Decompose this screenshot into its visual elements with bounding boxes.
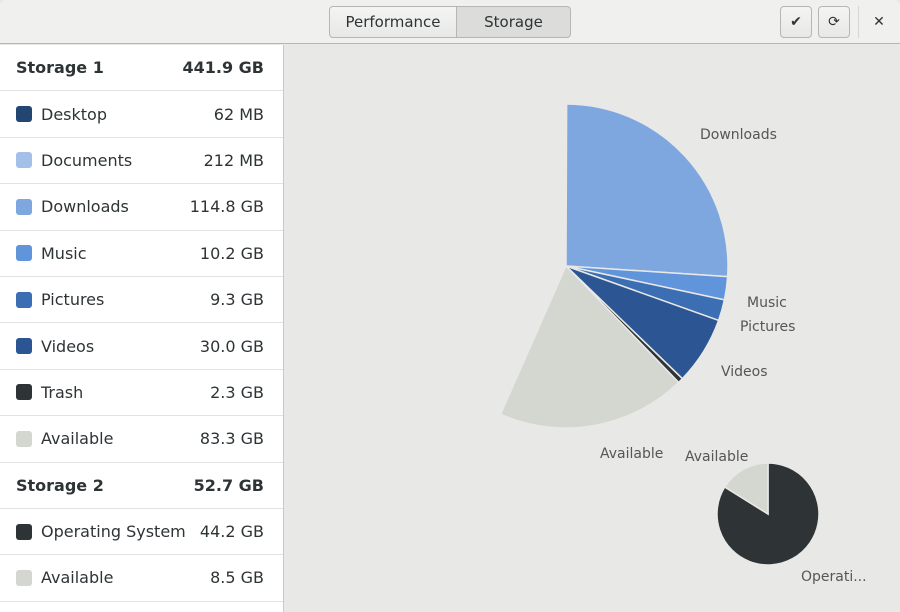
- storage-1-header[interactable]: Storage 1 441.9 GB: [0, 45, 283, 92]
- list-item[interactable]: Pictures 9.3 GB: [0, 277, 283, 324]
- list-item[interactable]: Videos 30.0 GB: [0, 323, 283, 370]
- close-button[interactable]: ✕: [866, 6, 892, 38]
- storage-chart-area: Downloads Music Pictures Videos Available Op…: [499, 103, 867, 585]
- storage-1-pie: Downloads Music Pictures Videos Available: [499, 103, 795, 462]
- storage-total: 52.7 GB: [193, 475, 264, 495]
- pie-label-available: Available: [685, 449, 748, 465]
- item-size: 30.0 GB: [199, 336, 264, 356]
- item-size: 2.3 GB: [210, 382, 264, 402]
- item-label: Available: [41, 429, 114, 449]
- refresh-icon: ⟳: [828, 14, 840, 30]
- color-swatch: [16, 291, 32, 308]
- list-item[interactable]: Downloads 114.8 GB: [0, 184, 283, 231]
- tab-performance[interactable]: Performance: [329, 6, 457, 38]
- item-label: Pictures: [41, 290, 105, 310]
- item-size: 62 MB: [213, 104, 264, 124]
- storage-title: Storage 1: [16, 58, 104, 78]
- color-swatch: [16, 384, 32, 401]
- color-swatch: [16, 198, 32, 215]
- header-separator: [858, 6, 859, 38]
- storage-2-header[interactable]: Storage 2 52.7 GB: [0, 463, 283, 509]
- color-swatch: [16, 523, 32, 540]
- list-item[interactable]: Operating System 44.2 GB: [0, 509, 283, 556]
- item-label: Videos: [41, 336, 95, 356]
- pie-label-downloads: Downloads: [700, 127, 777, 143]
- item-size: 8.5 GB: [210, 568, 264, 588]
- color-swatch: [16, 245, 32, 262]
- pie-label-available: Available: [600, 446, 663, 462]
- list-item[interactable]: Available 83.3 GB: [0, 416, 283, 463]
- item-label: Trash: [41, 382, 84, 402]
- storage-list: Storage 1 441.9 GB Desktop 62 MB Document…: [0, 45, 284, 612]
- header-bar: Performance Storage ✔ ⟳ ✕: [0, 0, 900, 44]
- refresh-button[interactable]: ⟳: [818, 6, 850, 38]
- apply-button[interactable]: ✔: [780, 6, 812, 38]
- list-item[interactable]: Music 10.2 GB: [0, 231, 283, 277]
- item-label: Music: [41, 243, 87, 263]
- item-size: 9.3 GB: [210, 290, 264, 310]
- storage-total: 441.9 GB: [182, 58, 264, 78]
- item-size: 212 MB: [203, 150, 264, 170]
- list-item[interactable]: Available 8.5 GB: [0, 555, 283, 602]
- pie-label-videos: Videos: [721, 364, 768, 380]
- item-label: Desktop: [41, 104, 107, 124]
- color-swatch: [16, 152, 32, 169]
- storage-title: Storage 2: [16, 475, 104, 495]
- item-label: Downloads: [41, 197, 129, 217]
- item-size: 83.3 GB: [199, 429, 264, 449]
- tab-storage[interactable]: Storage: [457, 6, 571, 38]
- pie-label-music: Music: [747, 295, 787, 311]
- color-swatch: [16, 569, 32, 586]
- item-size: 114.8 GB: [189, 197, 264, 217]
- list-item[interactable]: Trash 2.3 GB: [0, 370, 283, 417]
- color-swatch: [16, 338, 32, 355]
- item-label: Available: [41, 568, 114, 588]
- list-item[interactable]: Desktop 62 MB: [0, 91, 283, 138]
- pie-label-operating-system: Operati...: [801, 569, 867, 585]
- item-size: 10.2 GB: [199, 243, 264, 263]
- storage-2-pie: Operati... Available: [685, 449, 867, 585]
- view-switcher: Performance Storage: [329, 6, 571, 38]
- pie-label-pictures: Pictures: [740, 319, 795, 335]
- list-item[interactable]: Documents 212 MB: [0, 138, 283, 185]
- item-label: Operating System: [41, 522, 186, 542]
- item-size: 44.2 GB: [199, 522, 264, 542]
- item-label: Documents: [41, 150, 133, 170]
- color-swatch: [16, 430, 32, 447]
- color-swatch: [16, 106, 32, 123]
- checkmark-icon: ✔: [790, 14, 802, 30]
- close-icon: ✕: [873, 14, 885, 30]
